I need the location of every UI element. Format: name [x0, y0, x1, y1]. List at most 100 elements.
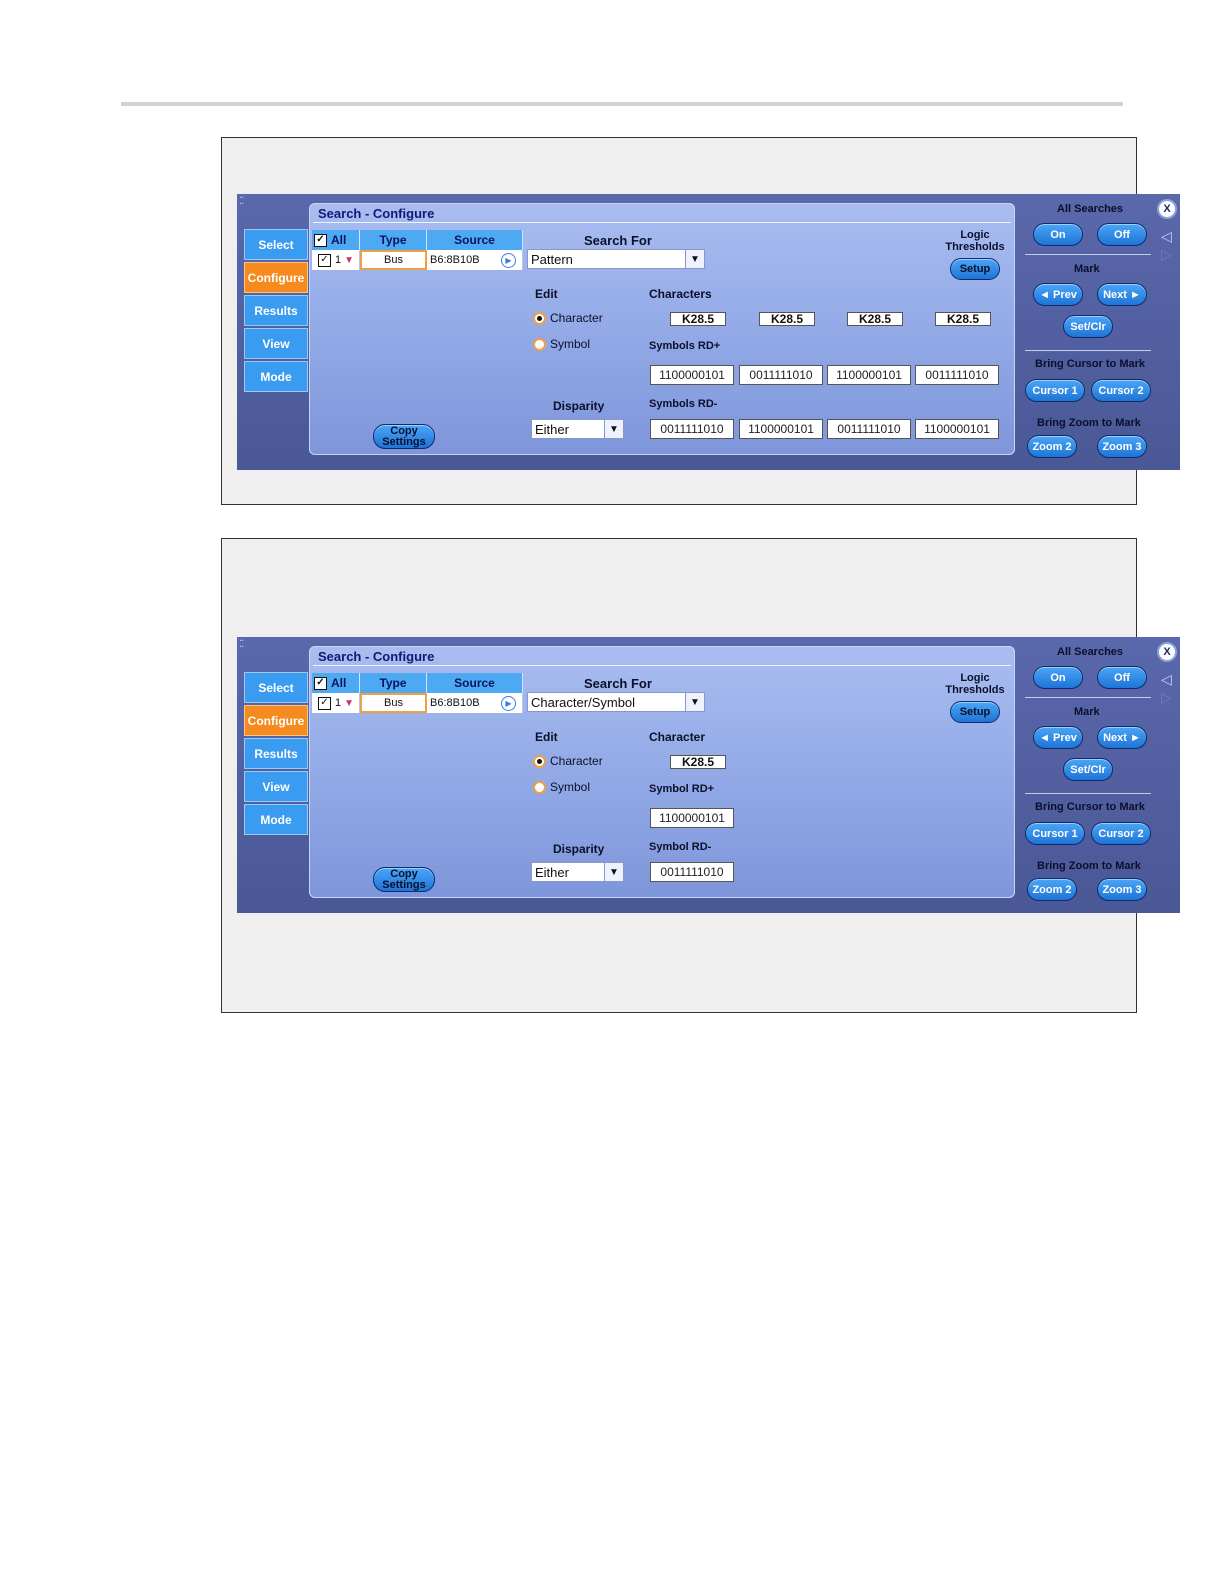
divider	[1025, 254, 1151, 255]
rd-minus-field-1[interactable]: 0011111010	[650, 419, 734, 439]
edit-label: Edit	[535, 730, 558, 744]
rd-plus-field-2[interactable]: 0011111010	[739, 365, 823, 385]
rd-minus-field-4[interactable]: 1100000101	[915, 419, 999, 439]
divider	[1025, 793, 1151, 794]
searches-off-button[interactable]: Off	[1097, 223, 1147, 246]
source-table-header: ✓ All Type Source	[312, 230, 523, 250]
rd-plus-field-1[interactable]: 1100000101	[650, 365, 734, 385]
search-for-dropdown[interactable]: Character/Symbol ▼	[527, 692, 705, 712]
searches-off-button[interactable]: Off	[1097, 666, 1147, 689]
radio-button[interactable]	[533, 311, 546, 325]
cursor-2-button[interactable]: Cursor 2	[1091, 379, 1151, 402]
tab-select[interactable]: Select	[244, 672, 308, 703]
prev-mark-button[interactable]: ◄ Prev	[1033, 726, 1083, 749]
search-configure-panel-2: ⁚⁚ Select Configure Results View Mode Se…	[237, 637, 1180, 913]
setup-button[interactable]: Setup	[950, 701, 1000, 723]
type-cell[interactable]: Bus	[360, 250, 427, 270]
tab-mode[interactable]: Mode	[244, 804, 308, 835]
character-field-2[interactable]: K28.5	[759, 312, 815, 326]
character-field-4[interactable]: K28.5	[935, 312, 991, 326]
setup-button[interactable]: Setup	[950, 258, 1000, 280]
row-enable[interactable]: ✓ 1 ▼	[312, 693, 360, 713]
radio-button[interactable]	[533, 337, 546, 351]
logic-thresholds-label: Logic Thresholds	[945, 229, 1005, 253]
dropdown-arrow-icon: ▼	[685, 250, 704, 268]
tab-configure[interactable]: Configure	[244, 705, 308, 736]
zoom-3-button[interactable]: Zoom 3	[1097, 435, 1147, 458]
source-select-icon[interactable]: ▶	[501, 695, 516, 711]
zoom-2-button[interactable]: Zoom 2	[1027, 878, 1077, 901]
mark-label: Mark	[1074, 706, 1100, 718]
character-field-1[interactable]: K28.5	[670, 312, 726, 326]
cursor-1-button[interactable]: Cursor 1	[1025, 822, 1085, 845]
prev-mark-button[interactable]: ◄ Prev	[1033, 283, 1083, 306]
next-mark-button[interactable]: Next ►	[1097, 726, 1147, 749]
searches-on-button[interactable]: On	[1033, 666, 1083, 689]
tab-results[interactable]: Results	[244, 738, 308, 769]
all-searches-label: All Searches	[1057, 203, 1124, 215]
row-enable[interactable]: ✓ 1 ▼	[312, 250, 360, 270]
table-row[interactable]: ✓ 1 ▼ Bus B6:8B10B ▶	[312, 250, 523, 270]
set-clear-mark-button[interactable]: Set/Clr	[1063, 758, 1113, 781]
bring-cursor-label: Bring Cursor to Mark	[1035, 358, 1146, 370]
type-cell[interactable]: Bus	[360, 693, 427, 713]
source-cell[interactable]: B6:8B10B ▶	[427, 250, 523, 270]
source-select-icon[interactable]: ▶	[501, 252, 516, 268]
drag-grip-icon[interactable]: ⁚⁚	[239, 639, 244, 650]
tab-results[interactable]: Results	[244, 295, 308, 326]
character-field-1[interactable]: K28.5	[670, 755, 726, 769]
rd-plus-field-1[interactable]: 1100000101	[650, 808, 734, 828]
all-checkbox[interactable]: ✓	[314, 233, 327, 247]
search-for-label: Search For	[584, 233, 652, 248]
rd-minus-field-2[interactable]: 1100000101	[739, 419, 823, 439]
search-for-dropdown[interactable]: Pattern ▼	[527, 249, 705, 269]
radio-character[interactable]: Character	[533, 754, 603, 768]
next-mark-button[interactable]: Next ►	[1097, 283, 1147, 306]
tab-view[interactable]: View	[244, 328, 308, 359]
all-header[interactable]: ✓ All	[312, 230, 360, 250]
tab-mode[interactable]: Mode	[244, 361, 308, 392]
cursor-2-button[interactable]: Cursor 2	[1091, 822, 1151, 845]
search-marker-icon: ▼	[344, 697, 355, 709]
radio-character[interactable]: Character	[533, 311, 603, 325]
row-checkbox[interactable]: ✓	[318, 253, 331, 267]
side-tabs: Select Configure Results View Mode	[244, 672, 308, 837]
radio-button[interactable]	[533, 754, 546, 768]
rd-plus-field-3[interactable]: 1100000101	[827, 365, 911, 385]
table-row[interactable]: ✓ 1 ▼ Bus B6:8B10B ▶	[312, 693, 523, 713]
rd-minus-field-1[interactable]: 0011111010	[650, 862, 734, 882]
disparity-dropdown[interactable]: Either ▼	[531, 862, 624, 882]
side-tabs: Select Configure Results View Mode	[244, 229, 308, 394]
close-icon[interactable]: X	[1157, 199, 1177, 219]
radio-symbol[interactable]: Symbol	[533, 780, 590, 794]
drag-grip-icon[interactable]: ⁚⁚	[239, 196, 244, 207]
zoom-3-button[interactable]: Zoom 3	[1097, 878, 1147, 901]
expand-right-icon[interactable]: ▷	[1161, 246, 1172, 263]
title-divider	[313, 222, 1011, 223]
all-header[interactable]: ✓ All	[312, 673, 360, 693]
close-icon[interactable]: X	[1157, 642, 1177, 662]
copy-settings-button[interactable]: Copy Settings	[373, 867, 435, 892]
rd-minus-field-3[interactable]: 0011111010	[827, 419, 911, 439]
cursor-1-button[interactable]: Cursor 1	[1025, 379, 1085, 402]
tab-select[interactable]: Select	[244, 229, 308, 260]
tab-configure[interactable]: Configure	[244, 262, 308, 293]
searches-on-button[interactable]: On	[1033, 223, 1083, 246]
collapse-left-icon[interactable]: ◁	[1161, 228, 1172, 245]
rd-plus-field-4[interactable]: 0011111010	[915, 365, 999, 385]
source-cell[interactable]: B6:8B10B ▶	[427, 693, 523, 713]
tab-view[interactable]: View	[244, 771, 308, 802]
copy-settings-button[interactable]: Copy Settings	[373, 424, 435, 449]
radio-symbol[interactable]: Symbol	[533, 337, 590, 351]
symbol-rd-minus-label: Symbol RD-	[649, 841, 712, 853]
expand-right-icon[interactable]: ▷	[1161, 689, 1172, 706]
row-checkbox[interactable]: ✓	[318, 696, 331, 710]
radio-button[interactable]	[533, 780, 546, 794]
all-checkbox[interactable]: ✓	[314, 676, 327, 690]
zoom-2-button[interactable]: Zoom 2	[1027, 435, 1077, 458]
disparity-dropdown[interactable]: Either ▼	[531, 419, 624, 439]
set-clear-mark-button[interactable]: Set/Clr	[1063, 315, 1113, 338]
character-field-3[interactable]: K28.5	[847, 312, 903, 326]
collapse-left-icon[interactable]: ◁	[1161, 671, 1172, 688]
symbol-rd-plus-label: Symbol RD+	[649, 783, 715, 795]
